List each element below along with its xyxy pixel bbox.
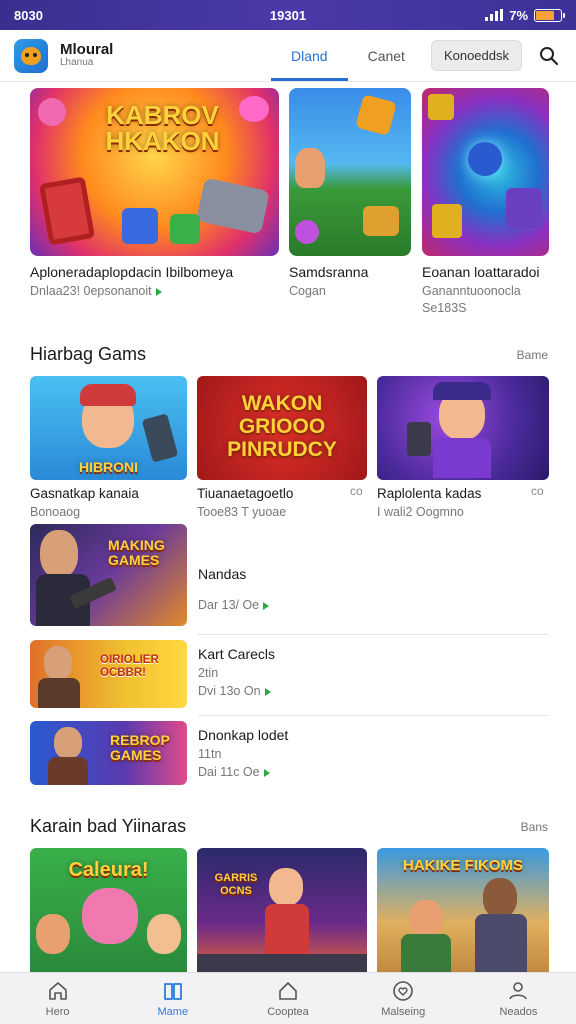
heart-icon (393, 981, 414, 1001)
list-thumb-1: MAKING GAMES (30, 524, 187, 626)
app-subtitle: Lhanua (60, 57, 94, 69)
game-card-2[interactable]: WAKON GRIOOO PINRUDCY (197, 376, 367, 480)
featured-title-2[interactable]: Samdsranna (289, 264, 411, 280)
app-logo[interactable] (14, 38, 48, 73)
nav-label: Mame (157, 1006, 189, 1018)
list-item[interactable]: OIRIOLIER OCBBR! Kart Carecls 2tin Dvi 1… (30, 640, 548, 710)
game-card-4[interactable]: Caleura! (30, 848, 187, 972)
game-card-5[interactable]: GARRIS OCNS (197, 848, 367, 972)
game-title-2[interactable]: Tiuanaetagoetlo (197, 486, 293, 501)
game-sub-2: Tooe83 T yuoae (197, 505, 287, 519)
divider (198, 634, 548, 635)
list-line-1a: Dar 13/ Oe (198, 598, 270, 612)
list-thumb-3-art-text: REBROP GAMES (110, 732, 170, 764)
list-line-2b: Dvi 13o On (198, 684, 275, 698)
list-title-1: Nandas (198, 566, 247, 582)
section-header-2: Karain bad Yiinaras Bans (30, 816, 548, 837)
header-pill-button[interactable]: Konoeddsk (430, 40, 522, 71)
game-sub-1: Bonoaog (30, 505, 81, 519)
game-more-3[interactable]: co (531, 484, 544, 498)
section-title: Karain bad Yiinaras (30, 816, 187, 836)
list-line-2a: 2tin (198, 666, 219, 680)
featured-card-1-art-text: KABROV HKAKON (105, 100, 220, 156)
game-card-5-art-text: GARRIS OCNS (214, 872, 258, 897)
featured-card-2[interactable] (289, 88, 411, 256)
game-card-4-art-text: Caleura! (68, 859, 149, 881)
featured-title-1[interactable]: Aploneradaplopdacin Ibilbomeya (30, 264, 279, 280)
status-time-left: 8030 (14, 7, 43, 23)
list-thumb-1-art-text: MAKING GAMES (108, 537, 165, 569)
featured-sub-2: Cogan (289, 284, 326, 298)
section-header-1: Hiarbag Gams Bame (30, 344, 548, 365)
game-card-1-art-text: HIBRONI (78, 459, 139, 475)
nav-item-malseing[interactable]: Malseing (346, 973, 461, 1024)
book-icon (163, 983, 182, 1000)
nav-item-hero[interactable]: Hero (0, 973, 115, 1024)
featured-card-1[interactable]: KABROV HKAKON (30, 88, 279, 256)
list-line-3b: Dai 11c Oe (198, 765, 288, 779)
list-thumb-2-art-text: OIRIOLIER OCBBR! (100, 654, 159, 680)
tab-dland[interactable]: Dland (270, 30, 348, 81)
list-title-2: Kart Carecls (198, 646, 276, 662)
header-tabs: Dland Canet Konoeddsk (270, 30, 562, 81)
game-title-1[interactable]: Gasnatkap kanaia (30, 486, 139, 501)
featured-sub-1: Dnlaa23! 0epsonanoit (30, 284, 162, 298)
user-icon (509, 982, 528, 1000)
game-card-1[interactable]: HIBRONI (30, 376, 187, 480)
nav-label: Malseing (381, 1006, 426, 1018)
nav-item-cooptea[interactable]: Cooptea (230, 973, 345, 1024)
app-header: Mloural Lhanua Dland Canet Konoeddsk (0, 30, 576, 82)
list-title-3: Dnonkap lodet (198, 727, 289, 743)
list-item[interactable]: MAKING GAMES Nandas Dar 13/ Oe (30, 524, 548, 628)
see-more-link[interactable]: Bans (521, 820, 548, 834)
game-card-6-art-text: HAKIKE FIKOMS (403, 857, 523, 874)
list-item[interactable]: REBROP GAMES Dnonkap lodet 11tn Dai 11c … (30, 721, 548, 787)
app-name: Mloural (60, 41, 114, 59)
battery-percent: 7% (509, 7, 529, 23)
nav-label: Neados (499, 1006, 538, 1018)
list-thumb-3: REBROP GAMES (30, 721, 187, 785)
play-icon (155, 287, 162, 296)
featured-sub-3: Gananntuoonocla (422, 284, 521, 298)
nav-item-neados[interactable]: Neados (461, 973, 576, 1024)
bottom-navigation: Hero Mame Cooptea Malseing Neados (0, 972, 576, 1024)
game-more-2[interactable]: co (350, 484, 363, 498)
featured-sub-3b: Se183S (422, 301, 467, 315)
nav-item-mame[interactable]: Mame (115, 973, 230, 1024)
nav-label: Hero (45, 1006, 70, 1018)
home-icon (48, 982, 67, 1000)
house-icon (279, 982, 297, 1000)
see-more-link[interactable]: Bame (517, 348, 548, 362)
section-title: Hiarbag Gams (30, 344, 147, 364)
battery-icon (534, 8, 566, 22)
play-icon (264, 687, 271, 696)
game-card-2-art-text: WAKON GRIOOO PINRUDCY (227, 392, 337, 462)
game-card-6[interactable]: HAKIKE FIKOMS (377, 848, 549, 972)
search-icon[interactable] (536, 43, 562, 69)
list-line-3a: 11tn (198, 747, 222, 761)
featured-card-3[interactable] (422, 88, 549, 256)
status-time-center: 19301 (269, 7, 307, 23)
signal-icon (485, 9, 504, 21)
nav-label: Cooptea (267, 1006, 309, 1018)
status-bar: 8030 19301 7% (0, 0, 576, 30)
play-icon (263, 601, 270, 610)
game-sub-3: I wali2 Oogmno (377, 505, 464, 519)
game-card-3[interactable] (377, 376, 549, 480)
game-title-3[interactable]: Raplolenta kadas (377, 486, 481, 501)
play-icon (263, 768, 270, 777)
tab-canet[interactable]: Canet (348, 30, 425, 81)
divider (198, 715, 548, 716)
featured-title-3[interactable]: Eoanan loattaradoi (422, 264, 549, 280)
list-thumb-2: OIRIOLIER OCBBR! (30, 640, 187, 708)
